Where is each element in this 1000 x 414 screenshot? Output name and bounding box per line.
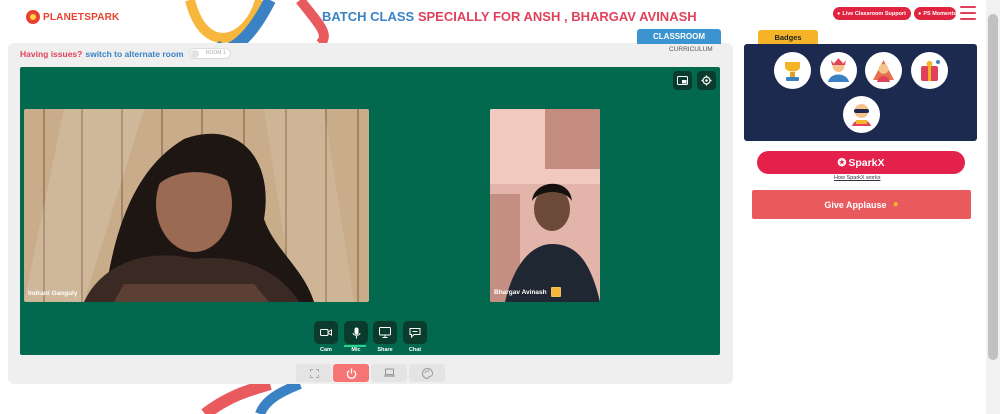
clapping-hands-icon: ● bbox=[892, 199, 899, 210]
title-part-red: SPECIALLY FOR ANSH , BHARGAV AVINASH bbox=[417, 9, 697, 24]
fullscreen-button[interactable] bbox=[296, 364, 332, 382]
page-scrollbar-thumb[interactable] bbox=[988, 14, 998, 360]
power-icon bbox=[346, 367, 356, 379]
microphone-icon[interactable] bbox=[344, 321, 368, 344]
planetspark-logo-icon bbox=[26, 10, 40, 24]
chat-bubble-icon[interactable] bbox=[403, 321, 427, 344]
room-toggle-label: ROOM 1 bbox=[205, 50, 226, 56]
leave-class-button[interactable] bbox=[333, 364, 369, 382]
hamburger-menu-icon[interactable] bbox=[960, 6, 976, 20]
laptop-icon bbox=[383, 368, 395, 377]
trophy-badge-icon[interactable] bbox=[774, 52, 811, 89]
sparkx-icon: ✪ bbox=[837, 156, 847, 169]
cam-control[interactable]: Cam bbox=[314, 321, 338, 353]
whiteboard-button[interactable] bbox=[371, 364, 407, 382]
room-toggle[interactable]: ROOM 1 bbox=[188, 48, 231, 59]
mic-label: Mic bbox=[351, 347, 361, 353]
hero-badge-icon[interactable] bbox=[865, 52, 902, 89]
moments-label: PS Moments bbox=[923, 10, 957, 17]
issue-text: Having issues? bbox=[20, 48, 83, 59]
participant-name-student: Bhargav Avinash bbox=[494, 288, 547, 296]
teacher-video-feed bbox=[24, 109, 369, 302]
support-icon: ● bbox=[837, 10, 841, 17]
alternate-room-link[interactable]: switch to alternate room bbox=[85, 49, 183, 59]
participant-name: Indrani Ganguly bbox=[28, 290, 77, 297]
applause-label: Give Applause bbox=[824, 199, 887, 210]
student-video-tile: Bhargav Avinash bbox=[490, 109, 600, 302]
title-part-blue: BATCH CLASS bbox=[322, 9, 415, 24]
participant-name: Bhargav Avinash bbox=[494, 287, 561, 297]
classroom-page: PLANETSPARK BATCH CLASS SPECIALLY FOR AN… bbox=[0, 0, 1000, 414]
student-video-feed bbox=[490, 109, 600, 302]
share-label: Share bbox=[377, 347, 393, 353]
logo-text: PLANETSPARK bbox=[43, 11, 120, 23]
moments-icon: ● bbox=[918, 10, 922, 17]
page-title: BATCH CLASS SPECIALLY FOR ANSH , BHARGAV… bbox=[322, 9, 697, 24]
tab-classroom[interactable]: CLASSROOM bbox=[637, 29, 721, 44]
participant-name-teacher: Indrani Ganguly bbox=[28, 290, 78, 297]
mic-control[interactable]: Mic bbox=[344, 321, 368, 353]
give-applause-button[interactable]: Give Applause ● bbox=[752, 190, 971, 219]
live-support-button[interactable]: ● Live Classroom Support bbox=[833, 7, 911, 20]
share-control[interactable]: Share bbox=[373, 321, 397, 353]
tab-curriculum[interactable]: CURRICULUM bbox=[669, 46, 713, 53]
palette-icon bbox=[421, 367, 433, 379]
palette-button[interactable] bbox=[409, 364, 445, 382]
live-support-label: Live Classroom Support bbox=[842, 10, 906, 17]
reader-badge-icon[interactable] bbox=[843, 96, 880, 133]
star-badge-icon bbox=[550, 287, 561, 297]
how-sparkx-works-link[interactable]: How SparkX works bbox=[834, 175, 880, 181]
chat-label: Chat bbox=[408, 347, 422, 353]
mic-level-indicator bbox=[344, 345, 366, 347]
badges-tab: Badges bbox=[758, 30, 818, 44]
sparkx-label: SparkX bbox=[848, 156, 885, 169]
sparkx-button[interactable]: ✪ SparkX bbox=[757, 151, 965, 174]
alternate-room-bar: Having issues? switch to alternate room … bbox=[20, 48, 231, 59]
planetspark-logo[interactable]: PLANETSPARK bbox=[26, 10, 119, 24]
chat-control[interactable]: Chat bbox=[403, 321, 427, 353]
cam-label: Cam bbox=[320, 347, 332, 353]
moments-button[interactable]: ● PS Moments bbox=[914, 7, 956, 20]
camera-icon[interactable] bbox=[314, 321, 338, 344]
gift-badge-icon[interactable] bbox=[911, 52, 948, 89]
settings-gear-icon[interactable] bbox=[697, 71, 716, 90]
screen-share-icon[interactable] bbox=[373, 321, 397, 344]
fullscreen-icon bbox=[309, 368, 319, 378]
teacher-video-tile: Indrani Ganguly bbox=[24, 109, 369, 302]
champion-badge-icon[interactable] bbox=[820, 52, 857, 89]
picture-in-picture-icon[interactable] bbox=[673, 71, 692, 90]
toggle-knob bbox=[190, 50, 199, 58]
